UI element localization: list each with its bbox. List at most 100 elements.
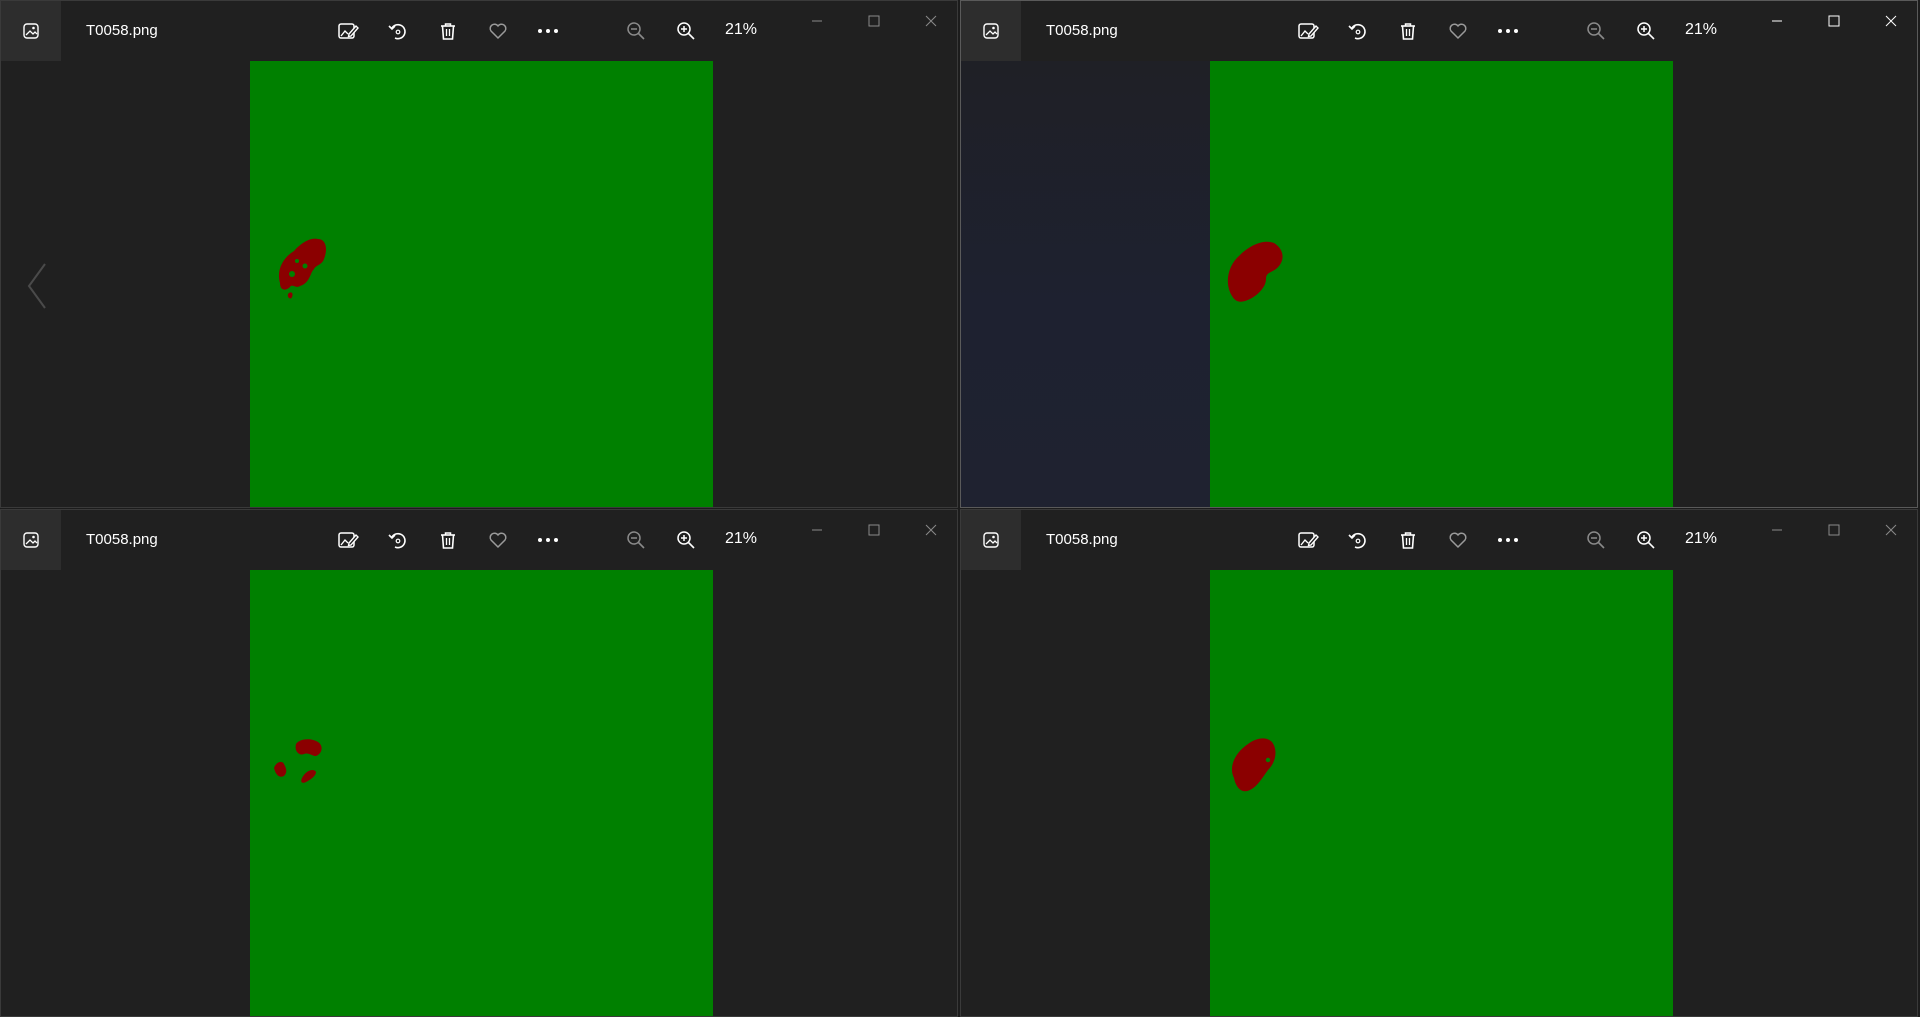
photos-app-icon[interactable]: [961, 1, 1021, 61]
edit-image-button[interactable]: [1289, 12, 1327, 50]
rotate-button[interactable]: [379, 521, 417, 559]
close-icon: [1885, 15, 1897, 27]
title-bar: T0058.png 21%: [1, 510, 957, 570]
trash-icon: [1401, 532, 1415, 549]
maximize-button[interactable]: [1806, 1, 1862, 41]
segmentation-region: [1227, 241, 1283, 302]
image-canvas: [1210, 61, 1673, 507]
delete-button[interactable]: [1389, 12, 1427, 50]
more-options-button[interactable]: [1489, 12, 1527, 50]
rotate-button[interactable]: [379, 12, 417, 50]
more-options-button[interactable]: [1489, 521, 1527, 559]
delete-button[interactable]: [1389, 521, 1427, 559]
edit-image-icon: [1298, 532, 1319, 548]
zoom-out-button[interactable]: [617, 521, 655, 559]
trash-icon: [1401, 23, 1415, 40]
edit-image-button[interactable]: [1289, 521, 1327, 559]
zoom-in-icon: [677, 531, 695, 549]
zoom-in-button[interactable]: [667, 521, 705, 559]
zoom-level: 21%: [725, 21, 758, 38]
edit-image-button[interactable]: [329, 521, 367, 559]
zoom-level: 21%: [1685, 530, 1718, 547]
delete-button[interactable]: [429, 521, 467, 559]
close-button[interactable]: [1863, 510, 1917, 550]
photo-viewer-window-1: T0058.png 21%: [0, 0, 958, 508]
title-bar: T0058.png 21%: [961, 1, 1917, 61]
minimize-icon: [812, 20, 822, 22]
file-name: T0058.png: [1046, 531, 1118, 548]
file-name: T0058.png: [86, 531, 158, 548]
title-bar: T0058.png 21%: [961, 510, 1917, 570]
title-bar: T0058.png 21%: [1, 1, 957, 61]
heart-icon: [1449, 532, 1467, 549]
background-glow: [961, 61, 1210, 507]
maximize-button[interactable]: [1806, 510, 1862, 550]
photo-viewer-window-3: T0058.png 21%: [0, 509, 958, 1017]
zoom-out-button[interactable]: [1577, 12, 1615, 50]
favorite-button[interactable]: [1439, 12, 1477, 50]
image-canvas: [1210, 570, 1673, 1016]
image-canvas: [250, 61, 713, 507]
zoom-in-button[interactable]: [1627, 521, 1665, 559]
close-button[interactable]: [903, 510, 957, 550]
photos-app-icon[interactable]: [1, 510, 61, 570]
favorite-button[interactable]: [479, 521, 517, 559]
edit-image-button[interactable]: [329, 12, 367, 50]
previous-image-button[interactable]: [17, 256, 57, 316]
maximize-icon: [1828, 524, 1840, 536]
photos-app-icon[interactable]: [1, 1, 61, 61]
trash-icon: [441, 532, 455, 549]
zoom-out-button[interactable]: [617, 12, 655, 50]
delete-button[interactable]: [429, 12, 467, 50]
close-button[interactable]: [903, 1, 957, 41]
segmentation-region: [278, 238, 326, 299]
trash-icon: [441, 23, 455, 40]
close-icon: [1885, 524, 1897, 536]
more-dots-icon: [538, 29, 558, 33]
zoom-out-icon: [1587, 22, 1605, 40]
zoom-level: 21%: [725, 530, 758, 547]
minimize-icon: [1772, 20, 1782, 22]
more-options-button[interactable]: [529, 521, 567, 559]
heart-icon: [489, 23, 507, 40]
photo-viewer-window-4: T0058.png 21%: [960, 509, 1918, 1017]
close-icon: [925, 524, 937, 536]
zoom-in-button[interactable]: [1627, 12, 1665, 50]
zoom-in-icon: [1637, 22, 1655, 40]
minimize-button[interactable]: [1749, 1, 1805, 41]
maximize-icon: [1828, 15, 1840, 27]
image-canvas: [250, 570, 713, 1016]
favorite-button[interactable]: [1439, 521, 1477, 559]
edit-image-icon: [1298, 23, 1319, 39]
maximize-icon: [868, 524, 880, 536]
zoom-in-button[interactable]: [667, 12, 705, 50]
zoom-out-icon: [627, 531, 645, 549]
segmentation-region: [1231, 738, 1276, 792]
rotate-icon: [388, 23, 406, 40]
rotate-button[interactable]: [1339, 521, 1377, 559]
zoom-level: 21%: [1685, 21, 1718, 38]
more-dots-icon: [1498, 29, 1518, 33]
minimize-button[interactable]: [1749, 510, 1805, 550]
maximize-button[interactable]: [846, 1, 902, 41]
photos-app-icon[interactable]: [961, 510, 1021, 570]
more-options-button[interactable]: [529, 12, 567, 50]
rotate-icon: [1348, 23, 1366, 40]
zoom-out-icon: [627, 22, 645, 40]
rotate-button[interactable]: [1339, 12, 1377, 50]
minimize-icon: [1772, 529, 1782, 531]
zoom-in-icon: [677, 22, 695, 40]
zoom-out-button[interactable]: [1577, 521, 1615, 559]
favorite-button[interactable]: [479, 12, 517, 50]
chevron-left-icon: [27, 263, 46, 309]
photo-viewer-window-2: T0058.png 21%: [960, 0, 1918, 508]
edit-image-icon: [338, 532, 359, 548]
edit-image-icon: [338, 23, 359, 39]
zoom-in-icon: [1637, 531, 1655, 549]
heart-icon: [489, 532, 507, 549]
close-button[interactable]: [1863, 1, 1917, 41]
minimize-button[interactable]: [789, 1, 845, 41]
maximize-button[interactable]: [846, 510, 902, 550]
maximize-icon: [868, 15, 880, 27]
minimize-button[interactable]: [789, 510, 845, 550]
